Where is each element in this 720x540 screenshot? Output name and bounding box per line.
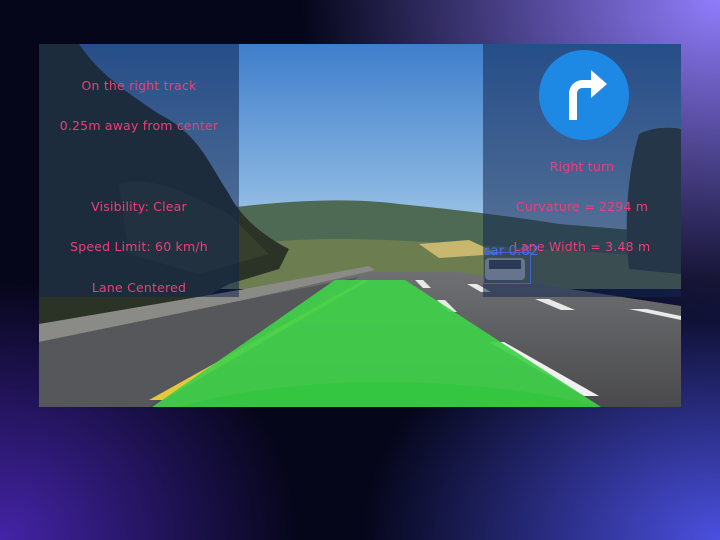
right-turn-arrow-icon (539, 50, 629, 140)
car-detection-label: car 0.82 (483, 243, 539, 259)
track-status: On the right track (81, 78, 197, 93)
speed-limit: Speed Limit: 60 km/h (70, 239, 208, 254)
lane-status: Lane Centered (91, 280, 187, 295)
dashcam-view: On the right track 0.25m away from cente… (39, 44, 681, 407)
turn-direction: Right turn (549, 159, 615, 174)
center-offset: 0.25m away from center (59, 118, 219, 133)
left-hud-panel: On the right track 0.25m away from cente… (39, 44, 239, 297)
curvature: Curvature = 2294 m (515, 199, 649, 214)
visibility-status: Visibility: Clear (91, 199, 187, 214)
